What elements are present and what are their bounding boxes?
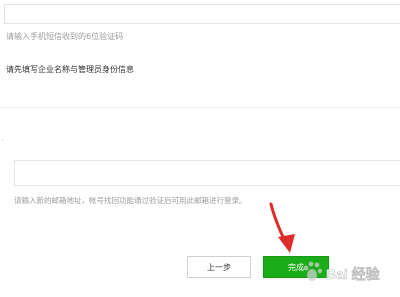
email-hint: 请输入新的邮箱地址，帐号找回功能通过验证后可用此邮箱进行登录。 bbox=[14, 196, 247, 205]
section-divider bbox=[0, 107, 400, 108]
verification-code-input[interactable] bbox=[4, 4, 400, 24]
enterprise-section-title: 请先填写企业名称与管理员身份信息 bbox=[6, 65, 134, 74]
watermark: Bai 经验 bbox=[303, 261, 381, 282]
verification-code-hint: 请输入手机短信收到的6位验证码 bbox=[6, 32, 124, 41]
paw-icon bbox=[303, 261, 323, 281]
prev-button[interactable]: 上一步 bbox=[187, 256, 251, 278]
side-mark: · bbox=[1, 136, 4, 145]
red-arrow-icon bbox=[269, 202, 295, 253]
email-input[interactable] bbox=[14, 160, 400, 186]
arrow-head bbox=[278, 234, 295, 253]
arrow-shaft bbox=[269, 202, 287, 243]
watermark-text: Bai 经验 bbox=[326, 266, 381, 282]
